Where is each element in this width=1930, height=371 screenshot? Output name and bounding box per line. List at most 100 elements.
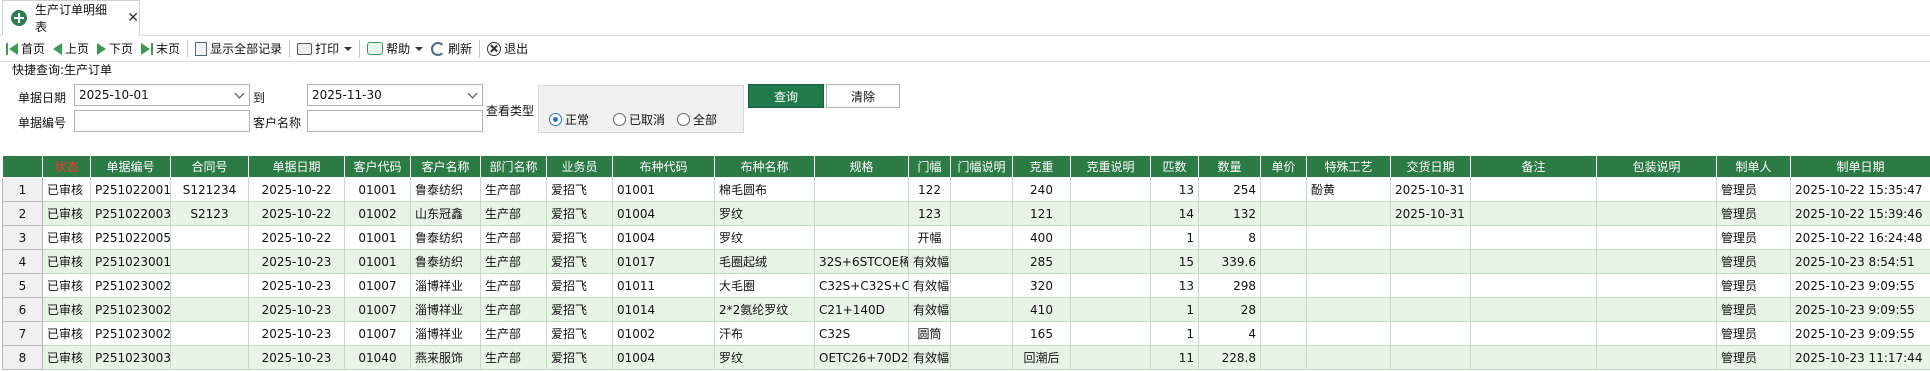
column-header[interactable]: 克重 — [1012, 155, 1071, 178]
column-header[interactable]: 布种代码 — [612, 155, 715, 178]
table-cell[interactable] — [1306, 321, 1391, 346]
table-cell[interactable]: 01004 — [612, 225, 715, 250]
table-cell[interactable]: 山东冠鑫 — [410, 201, 481, 226]
table-cell[interactable]: S2123 — [170, 201, 249, 226]
table-cell[interactable] — [1596, 201, 1717, 226]
table-cell[interactable]: 已审核 — [42, 249, 91, 274]
doc-no-input[interactable] — [74, 110, 250, 132]
table-cell[interactable]: 2025-10-23 — [248, 249, 345, 274]
table-cell[interactable]: 01014 — [612, 297, 715, 322]
table-cell[interactable] — [1260, 177, 1307, 202]
table-cell[interactable]: 2025-10-23 9:09:55 — [1790, 321, 1930, 346]
table-cell[interactable] — [950, 249, 1013, 274]
table-cell[interactable]: 01001 — [344, 225, 411, 250]
table-cell[interactable]: 2025-10-23 8:54:51 — [1790, 249, 1930, 274]
table-cell[interactable]: P251023001 — [90, 249, 171, 274]
table-cell[interactable] — [1306, 273, 1391, 298]
table-cell[interactable]: 2025-10-22 — [248, 225, 345, 250]
column-header[interactable]: 客户名称 — [410, 155, 481, 178]
table-cell[interactable]: P251022001 — [90, 177, 171, 202]
table-cell[interactable]: 2025-10-22 15:39:46 — [1790, 201, 1930, 226]
row-number-cell[interactable]: 8 — [2, 345, 43, 370]
table-cell[interactable]: 320 — [1012, 273, 1071, 298]
column-header[interactable]: 部门名称 — [480, 155, 547, 178]
table-cell[interactable]: P251022003 — [90, 201, 171, 226]
table-cell[interactable]: 已审核 — [42, 201, 91, 226]
table-cell[interactable]: 14 — [1150, 201, 1199, 226]
table-cell[interactable]: 生产部 — [480, 345, 547, 370]
row-number-cell[interactable]: 6 — [2, 297, 43, 322]
table-cell[interactable] — [1260, 297, 1307, 322]
column-header[interactable]: 合同号 — [170, 155, 249, 178]
row-number-cell[interactable]: 1 — [2, 177, 43, 202]
table-cell[interactable]: C32S — [814, 321, 909, 346]
table-cell[interactable]: 2025-10-22 15:35:47 — [1790, 177, 1930, 202]
table-cell[interactable]: 有效幅 — [908, 345, 951, 370]
table-cell[interactable]: 爱招飞 — [546, 177, 613, 202]
table-row[interactable]: 8 已审核 P251023003 2025-10-23 01040 燕来服饰 生产部 爱招飞 0… — [2, 345, 1930, 370]
table-cell[interactable] — [1596, 273, 1717, 298]
print-button[interactable]: 打印 — [293, 38, 356, 60]
table-cell[interactable]: 13 — [1150, 177, 1199, 202]
table-cell[interactable] — [1070, 273, 1151, 298]
table-cell[interactable]: 2025-10-23 — [248, 345, 345, 370]
tab-production-order-detail[interactable]: 生产订单明细表 ✕ — [2, 0, 140, 36]
table-cell[interactable] — [170, 273, 249, 298]
table-cell[interactable]: 254 — [1198, 177, 1261, 202]
table-cell[interactable]: 121 — [1012, 201, 1071, 226]
table-cell[interactable]: 爱招飞 — [546, 273, 613, 298]
table-cell[interactable]: 生产部 — [480, 273, 547, 298]
table-cell[interactable]: 2025-10-22 — [248, 201, 345, 226]
table-cell[interactable]: 400 — [1012, 225, 1071, 250]
customer-name-input[interactable] — [307, 110, 483, 132]
table-cell[interactable] — [1260, 201, 1307, 226]
table-cell[interactable]: 01017 — [612, 249, 715, 274]
row-number-cell[interactable]: 2 — [2, 201, 43, 226]
table-cell[interactable] — [1070, 249, 1151, 274]
table-cell[interactable] — [170, 249, 249, 274]
column-header[interactable]: 克重说明 — [1070, 155, 1151, 178]
table-cell[interactable]: 有效幅 — [908, 273, 951, 298]
clear-button[interactable]: 清除 — [826, 84, 900, 108]
table-cell[interactable]: 298 — [1198, 273, 1261, 298]
table-cell[interactable]: OETC26+70D2 — [814, 345, 909, 370]
table-cell[interactable]: 123 — [908, 201, 951, 226]
table-cell[interactable]: 1 — [1150, 225, 1199, 250]
table-cell[interactable] — [1070, 321, 1151, 346]
close-icon[interactable]: ✕ — [127, 10, 139, 26]
table-cell[interactable]: 罗纹 — [714, 225, 815, 250]
table-cell[interactable]: 228.8 — [1198, 345, 1261, 370]
table-cell[interactable] — [1260, 249, 1307, 274]
table-cell[interactable] — [1596, 297, 1717, 322]
table-cell[interactable]: 鲁泰纺织 — [410, 225, 481, 250]
table-cell[interactable] — [1390, 273, 1471, 298]
table-row[interactable]: 2 已审核 P251022003 S2123 2025-10-22 01002 山东冠鑫 生产… — [2, 201, 1930, 226]
table-cell[interactable]: 管理员 — [1716, 345, 1791, 370]
table-cell[interactable]: 2025-10-23 9:09:55 — [1790, 297, 1930, 322]
table-cell[interactable]: 已审核 — [42, 225, 91, 250]
table-cell[interactable]: 32S+6STCOE稀 — [814, 249, 909, 274]
table-cell[interactable]: 罗纹 — [714, 201, 815, 226]
table-cell[interactable] — [1390, 249, 1471, 274]
table-cell[interactable]: 管理员 — [1716, 249, 1791, 274]
table-cell[interactable] — [1260, 321, 1307, 346]
table-cell[interactable]: 已审核 — [42, 297, 91, 322]
next-page-button[interactable]: 下页 — [93, 38, 137, 60]
column-header[interactable]: 特殊工艺 — [1306, 155, 1391, 178]
table-cell[interactable] — [1390, 225, 1471, 250]
table-cell[interactable]: 8 — [1198, 225, 1261, 250]
table-cell[interactable] — [1390, 297, 1471, 322]
table-cell[interactable]: 生产部 — [480, 177, 547, 202]
radio-all[interactable]: 全部 — [677, 111, 717, 128]
table-cell[interactable]: 生产部 — [480, 297, 547, 322]
table-cell[interactable]: 生产部 — [480, 225, 547, 250]
column-header[interactable]: 门幅 — [908, 155, 951, 178]
table-cell[interactable] — [1596, 249, 1717, 274]
table-cell[interactable]: 淄博祥业 — [410, 321, 481, 346]
table-cell[interactable]: 生产部 — [480, 321, 547, 346]
table-cell[interactable]: P251022005 — [90, 225, 171, 250]
radio-normal[interactable]: 正常 — [549, 111, 589, 128]
table-cell[interactable] — [1470, 201, 1597, 226]
table-cell[interactable]: 2025-10-22 — [248, 177, 345, 202]
table-cell[interactable]: 爱招飞 — [546, 249, 613, 274]
